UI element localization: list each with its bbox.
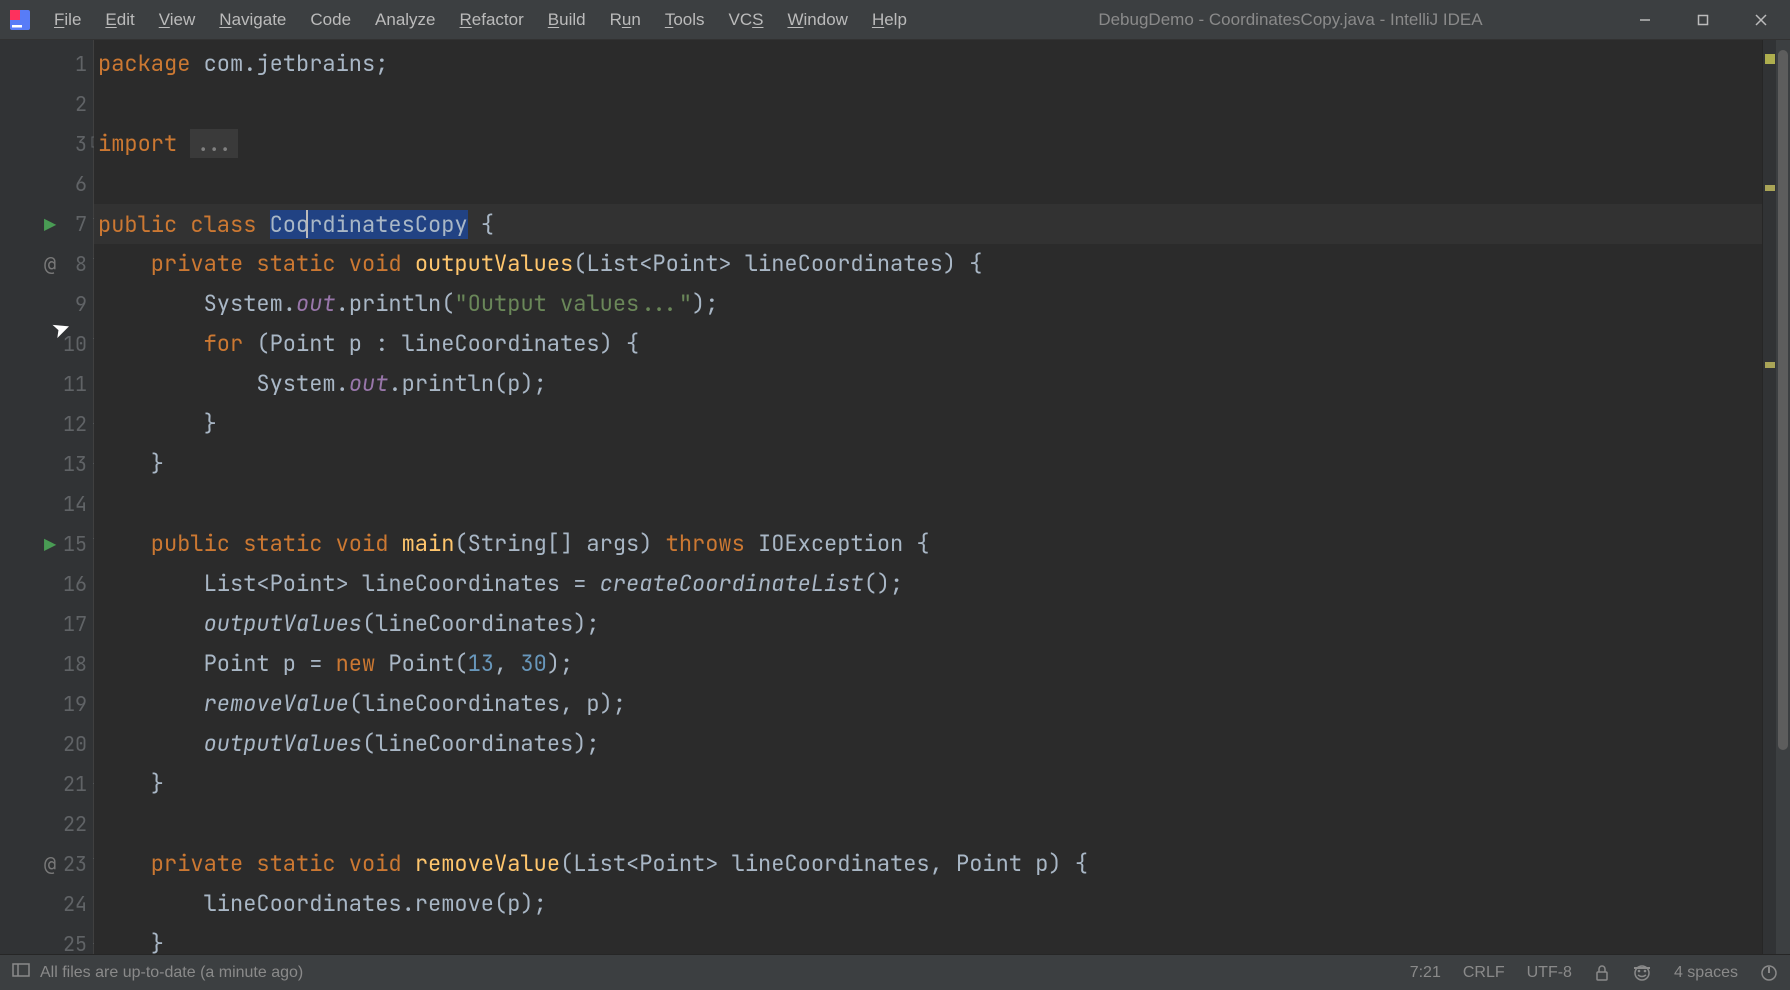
code-line: System.out.println(p); xyxy=(94,364,1762,404)
menu-help[interactable]: Help xyxy=(860,6,919,34)
code-line: private static void outputValues(List<Po… xyxy=(94,244,1762,284)
code-line xyxy=(94,84,1762,124)
vertical-scrollbar[interactable] xyxy=(1776,40,1790,954)
menu-window[interactable]: Window xyxy=(775,6,859,34)
code-line: List<Point> lineCoordinates = createCoor… xyxy=(94,564,1762,604)
menu-analyze[interactable]: Analyze xyxy=(363,6,447,34)
menu-edit[interactable]: Edit xyxy=(93,6,146,34)
indent-settings[interactable]: 4 spaces xyxy=(1674,964,1738,982)
line-number[interactable]: 8 xyxy=(57,251,87,277)
menu-view[interactable]: View xyxy=(147,6,208,34)
line-number[interactable]: 22 xyxy=(57,811,87,837)
analysis-status-marker[interactable] xyxy=(1765,54,1775,64)
code-line: } xyxy=(94,444,1762,484)
code-line: outputValues(lineCoordinates); xyxy=(94,604,1762,644)
caret-position[interactable]: 7:21 xyxy=(1410,964,1441,982)
line-number[interactable]: 3 xyxy=(57,131,87,157)
code-line: for (Point p : lineCoordinates) { xyxy=(94,324,1762,364)
memory-indicator-icon[interactable] xyxy=(1760,964,1778,982)
line-number[interactable]: 14 xyxy=(57,491,87,517)
warning-marker[interactable] xyxy=(1765,185,1775,191)
line-number[interactable]: 11 xyxy=(57,371,87,397)
gutter[interactable]: 1 2 3 6 💡 ▶ 7 @ 8 9 10 11 12 xyxy=(0,40,94,954)
code-line: System.out.println("Output values..."); xyxy=(94,284,1762,324)
main-area: 1 2 3 6 💡 ▶ 7 @ 8 9 10 11 12 xyxy=(0,40,1790,954)
readonly-lock-icon[interactable] xyxy=(1594,965,1610,981)
line-number[interactable]: 24 xyxy=(57,891,87,917)
menu-run[interactable]: Run xyxy=(598,6,653,34)
code-line: } xyxy=(94,924,1762,964)
code-line: package com.jetbrains; xyxy=(94,44,1762,84)
line-number[interactable]: 13 xyxy=(57,451,87,477)
line-number[interactable]: 17 xyxy=(57,611,87,637)
line-number[interactable]: 19 xyxy=(57,691,87,717)
code-line: } xyxy=(94,764,1762,804)
run-gutter-icon[interactable]: ▶ xyxy=(44,214,56,234)
file-encoding[interactable]: UTF-8 xyxy=(1527,964,1572,982)
line-number[interactable]: 2 xyxy=(57,91,87,117)
line-number[interactable]: 21 xyxy=(57,771,87,797)
line-number[interactable]: 10 xyxy=(57,331,87,357)
code-editor[interactable]: package com.jetbrains; import ... public… xyxy=(94,40,1762,954)
code-line: public class CoordinatesCopy { xyxy=(94,204,1762,244)
code-line: private static void removeValue(List<Poi… xyxy=(94,844,1762,884)
ide-features-trainer-icon[interactable] xyxy=(1632,963,1652,983)
code-line xyxy=(94,804,1762,844)
scrollbar-thumb[interactable] xyxy=(1778,50,1788,750)
code-line: public static void main(String[] args) t… xyxy=(94,524,1762,564)
menu-navigate[interactable]: Navigate xyxy=(207,6,298,34)
run-gutter-icon[interactable]: ▶ xyxy=(44,534,56,554)
code-line xyxy=(94,484,1762,524)
close-button[interactable] xyxy=(1732,0,1790,40)
titlebar: FileEditViewNavigateCodeAnalyzeRefactorB… xyxy=(0,0,1790,40)
code-line: Point p = new Point(13, 30); xyxy=(94,644,1762,684)
warning-marker[interactable] xyxy=(1765,362,1775,368)
line-number[interactable]: 15 xyxy=(57,531,87,557)
code-line: removeValue(lineCoordinates, p); xyxy=(94,684,1762,724)
status-message: All files are up-to-date (a minute ago) xyxy=(40,964,303,982)
menu-tools[interactable]: Tools xyxy=(653,6,717,34)
error-stripe[interactable] xyxy=(1762,40,1776,954)
menu-vcs[interactable]: VCS xyxy=(717,6,776,34)
code-line: outputValues(lineCoordinates); xyxy=(94,724,1762,764)
menu-refactor[interactable]: Refactor xyxy=(448,6,536,34)
override-icon[interactable]: @ xyxy=(44,852,56,876)
minimize-button[interactable] xyxy=(1616,0,1674,40)
line-number[interactable]: 12 xyxy=(57,411,87,437)
line-number[interactable]: 23 xyxy=(57,851,87,877)
menu-build[interactable]: Build xyxy=(536,6,598,34)
line-separator[interactable]: CRLF xyxy=(1463,964,1505,982)
line-number[interactable]: 1 xyxy=(57,51,87,77)
window-title: DebugDemo - CoordinatesCopy.java - Intel… xyxy=(919,10,1662,30)
line-number[interactable]: 9 xyxy=(57,291,87,317)
line-number[interactable]: 16 xyxy=(57,571,87,597)
code-line: import ... xyxy=(94,124,1762,164)
line-number[interactable]: 6 xyxy=(57,171,87,197)
menu-bar: FileEditViewNavigateCodeAnalyzeRefactorB… xyxy=(42,6,919,34)
tool-window-toggle-icon[interactable] xyxy=(12,961,30,984)
override-icon[interactable]: @ xyxy=(44,252,56,276)
window-controls xyxy=(1616,0,1790,40)
line-number[interactable]: 20 xyxy=(57,731,87,757)
code-line: } xyxy=(94,404,1762,444)
line-number[interactable]: 25 xyxy=(57,931,87,957)
code-line: lineCoordinates.remove(p); xyxy=(94,884,1762,924)
menu-file[interactable]: File xyxy=(42,6,93,34)
app-icon xyxy=(8,8,32,32)
maximize-button[interactable] xyxy=(1674,0,1732,40)
menu-code[interactable]: Code xyxy=(298,6,363,34)
line-number[interactable]: 7 xyxy=(57,211,87,237)
code-line xyxy=(94,164,1762,204)
line-number[interactable]: 18 xyxy=(57,651,87,677)
